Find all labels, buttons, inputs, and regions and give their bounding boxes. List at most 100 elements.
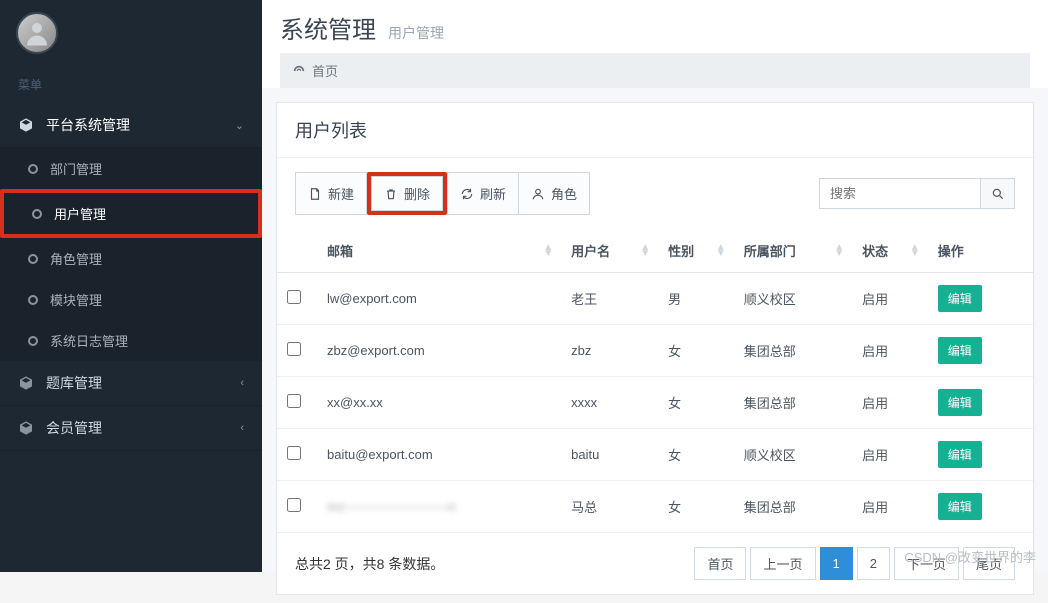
sidebar-item-users[interactable]: 用户管理 — [4, 193, 258, 234]
cell-dept: 集团总部 — [734, 481, 852, 533]
row-checkbox[interactable] — [287, 290, 301, 304]
user-icon — [531, 187, 545, 201]
cell-gender: 女 — [658, 481, 734, 533]
pager-prev[interactable]: 上一页 — [750, 547, 815, 580]
sidebar: 菜单 平台系统管理 ⌄ 部门管理 用户管理 角色管理 模块管理 系统日志管理 题… — [0, 0, 262, 572]
chevron-down-icon: ⌄ — [235, 119, 244, 132]
search-input[interactable] — [820, 179, 980, 208]
button-label: 新建 — [328, 184, 354, 203]
sidebar-item-roles[interactable]: 角色管理 — [0, 238, 262, 279]
cell-status: 启用 — [852, 325, 928, 377]
sort-icon: ▲▼ — [543, 245, 553, 257]
cell-gender: 女 — [658, 377, 734, 429]
cube-icon — [18, 375, 36, 391]
table-row: mz————————n马总女集团总部启用编辑 — [277, 481, 1033, 533]
delete-button[interactable]: 删除 — [371, 176, 443, 211]
sidebar-group-label: 平台系统管理 — [46, 115, 130, 135]
search-box — [819, 178, 1015, 209]
dashboard-icon — [292, 64, 306, 78]
circle-icon — [28, 164, 38, 174]
row-checkbox[interactable] — [287, 446, 301, 460]
sidebar-group-members[interactable]: 会员管理 ‹ — [0, 406, 262, 451]
cell-dept: 集团总部 — [734, 377, 852, 429]
col-ops: 操作 — [928, 229, 1033, 273]
cell-dept: 顺义校区 — [734, 429, 852, 481]
submenu-platform: 部门管理 用户管理 角色管理 模块管理 系统日志管理 — [0, 148, 262, 361]
cell-email: xx@xx.xx — [317, 377, 561, 429]
chevron-left-icon: ‹ — [240, 377, 244, 389]
cube-icon — [18, 117, 36, 133]
search-button[interactable] — [980, 179, 1014, 208]
sidebar-group-label: 题库管理 — [46, 373, 102, 393]
page-subtitle: 用户管理 — [388, 23, 444, 43]
cell-gender: 女 — [658, 325, 734, 377]
edit-button[interactable]: 编辑 — [938, 389, 982, 416]
sidebar-group-question-bank[interactable]: 题库管理 ‹ — [0, 361, 262, 406]
cell-status: 启用 — [852, 377, 928, 429]
role-button[interactable]: 角色 — [518, 172, 590, 215]
table-row: baitu@export.combaitu女顺义校区启用编辑 — [277, 429, 1033, 481]
cell-email: mz————————n — [317, 481, 561, 533]
footer-summary: 总共2 页，共8 条数据。 — [295, 554, 444, 574]
cell-username: xxxx — [561, 377, 658, 429]
row-checkbox[interactable] — [287, 394, 301, 408]
edit-button[interactable]: 编辑 — [938, 493, 982, 520]
table-row: xx@xx.xxxxxx女集团总部启用编辑 — [277, 377, 1033, 429]
sidebar-item-dept[interactable]: 部门管理 — [0, 148, 262, 189]
avatar-section — [0, 0, 262, 66]
circle-icon — [32, 209, 42, 219]
col-status[interactable]: 状态▲▼ — [852, 229, 928, 273]
pager-first[interactable]: 首页 — [694, 547, 746, 580]
sidebar-item-label: 模块管理 — [50, 290, 102, 309]
sort-icon: ▲▼ — [910, 245, 920, 257]
chevron-left-icon: ‹ — [240, 422, 244, 434]
col-gender[interactable]: 性别▲▼ — [658, 229, 734, 273]
cell-username: 老王 — [561, 273, 658, 325]
cell-status: 启用 — [852, 429, 928, 481]
sidebar-group-platform[interactable]: 平台系统管理 ⌄ — [0, 103, 262, 148]
sidebar-item-logs[interactable]: 系统日志管理 — [0, 320, 262, 361]
sidebar-item-label: 角色管理 — [50, 249, 102, 268]
menu-heading: 菜单 — [0, 66, 262, 103]
col-email[interactable]: 邮箱▲▼ — [317, 229, 561, 273]
cube-icon — [18, 420, 36, 436]
col-username[interactable]: 用户名▲▼ — [561, 229, 658, 273]
col-dept[interactable]: 所属部门▲▼ — [734, 229, 852, 273]
refresh-icon — [460, 187, 474, 201]
edit-button[interactable]: 编辑 — [938, 285, 982, 312]
main: 系统管理 用户管理 首页 用户列表 新建 — [262, 0, 1048, 572]
avatar[interactable] — [16, 12, 58, 54]
cell-email: zbz@export.com — [317, 325, 561, 377]
edit-button[interactable]: 编辑 — [938, 337, 982, 364]
sidebar-item-label: 部门管理 — [50, 159, 102, 178]
row-checkbox[interactable] — [287, 342, 301, 356]
sidebar-item-label: 用户管理 — [54, 204, 106, 223]
sort-icon: ▲▼ — [716, 245, 726, 257]
sidebar-item-modules[interactable]: 模块管理 — [0, 279, 262, 320]
edit-button[interactable]: 编辑 — [938, 441, 982, 468]
table-row: zbz@export.comzbz女集团总部启用编辑 — [277, 325, 1033, 377]
new-button[interactable]: 新建 — [295, 172, 367, 215]
circle-icon — [28, 336, 38, 346]
table-row: lw@export.com老王男顺义校区启用编辑 — [277, 273, 1033, 325]
toolbar: 新建 删除 刷新 — [277, 158, 1033, 229]
breadcrumb-home[interactable]: 首页 — [312, 61, 338, 80]
refresh-button[interactable]: 刷新 — [447, 172, 519, 215]
user-list-card: 用户列表 新建 删除 — [276, 102, 1034, 595]
row-checkbox[interactable] — [287, 498, 301, 512]
cell-gender: 女 — [658, 429, 734, 481]
watermark: CSDN @改变世界的李 — [904, 547, 1036, 566]
page-title: 系统管理 — [280, 10, 376, 45]
sort-icon: ▲▼ — [834, 245, 844, 257]
sidebar-group-label: 会员管理 — [46, 418, 102, 438]
pager-page-1[interactable]: 1 — [820, 547, 853, 580]
cell-username: baitu — [561, 429, 658, 481]
file-icon — [308, 187, 322, 201]
button-label: 删除 — [404, 184, 430, 203]
button-label: 角色 — [551, 184, 577, 203]
sidebar-item-label: 系统日志管理 — [50, 331, 128, 350]
page-header: 系统管理 用户管理 首页 — [262, 0, 1048, 88]
cell-status: 启用 — [852, 273, 928, 325]
circle-icon — [28, 254, 38, 264]
pager-page-2[interactable]: 2 — [857, 547, 890, 580]
